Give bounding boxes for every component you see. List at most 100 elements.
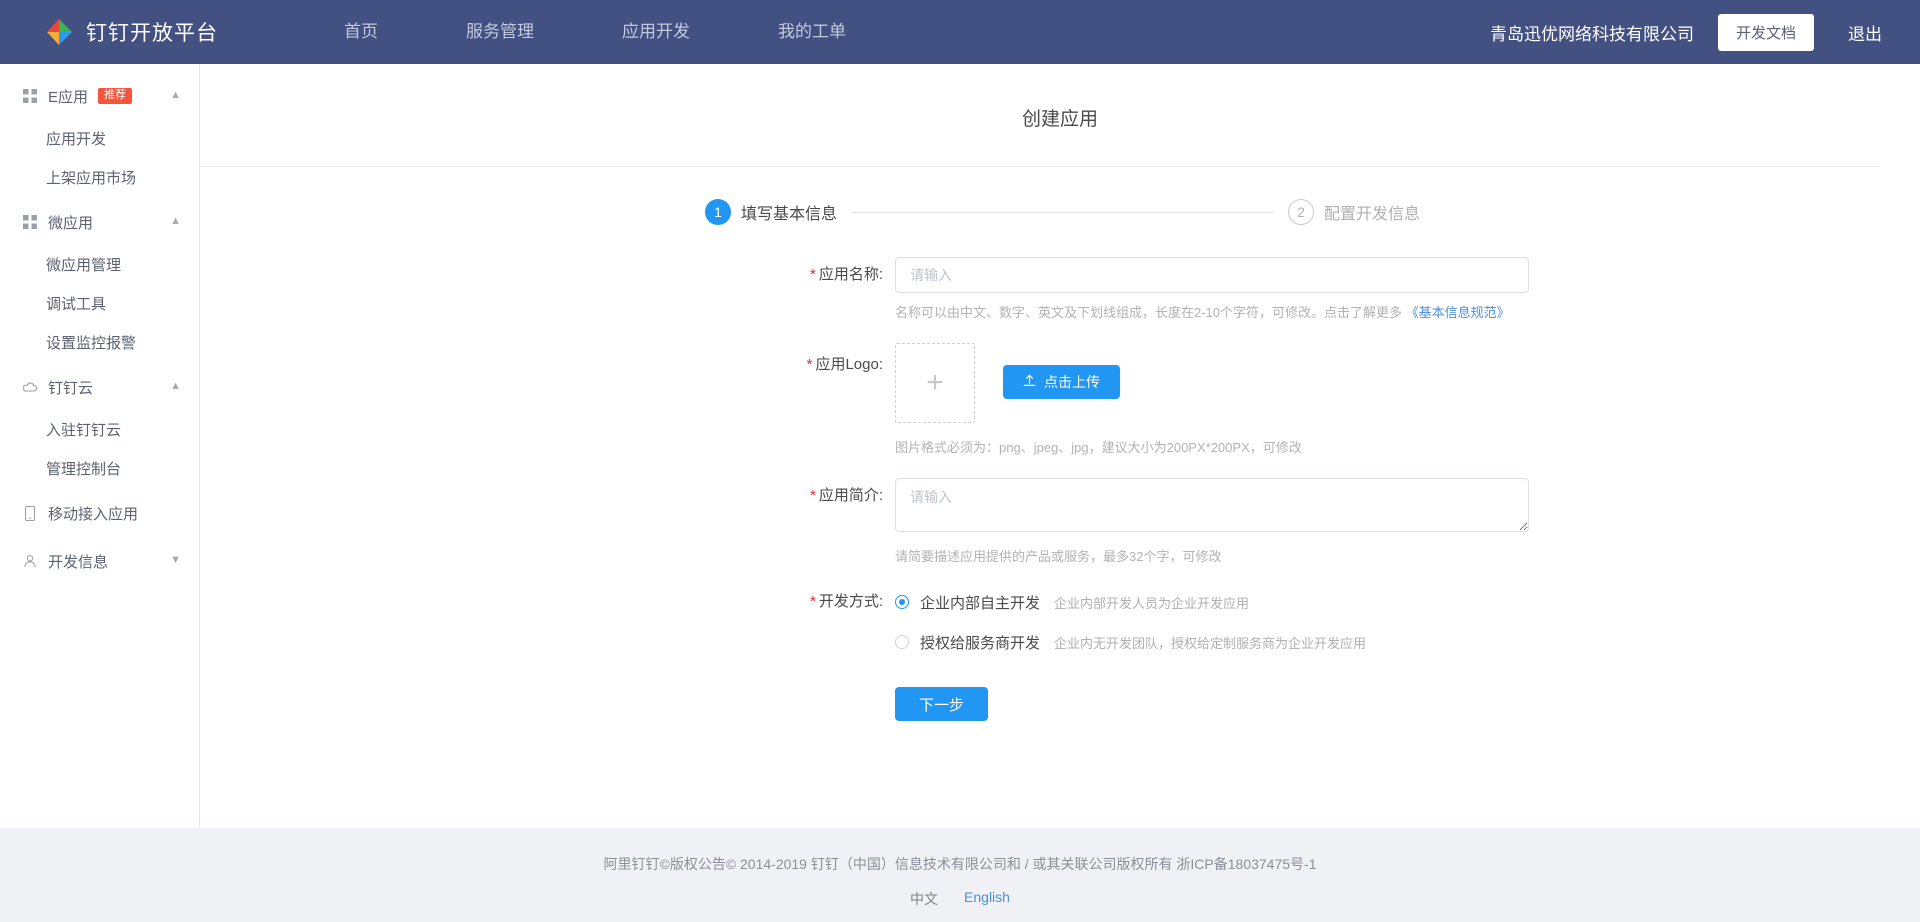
next-step-button[interactable]: 下一步 xyxy=(895,687,988,721)
sidebar-group-label: 开发信息 xyxy=(48,551,108,572)
page-title: 创建应用 xyxy=(200,64,1920,131)
language-switcher: 中文 English xyxy=(0,889,1920,909)
dev-mode-field-wrap: 企业内部自主开发 企业内部开发人员为企业开发应用 授权给服务商开发 企业内无开发… xyxy=(895,589,1920,655)
step-2-dev-config[interactable]: 2 配置开发信息 xyxy=(1288,199,1420,225)
form-row-app-logo: *应用Logo: + xyxy=(200,343,1920,456)
dev-mode-label-text: 开发方式: xyxy=(819,593,883,610)
app-name-input[interactable] xyxy=(895,257,1529,293)
brand-title: 钉钉开放平台 xyxy=(86,17,218,47)
sidebar-group-label: E应用 xyxy=(48,86,88,107)
app-logo-field-wrap: + 点击上传 图片格式必须为：png、jpeg、 xyxy=(895,343,1920,456)
expand-caret-down-icon[interactable]: ▼ xyxy=(170,555,181,566)
body-wrapper: E应用 推荐 ▲ 应用开发 上架应用市场 微应用 ▲ 微应用管理 调试工具 设置… xyxy=(0,64,1920,828)
sidebar-item-micro-app-management[interactable]: 微应用管理 xyxy=(0,246,199,285)
step-1-basic-info[interactable]: 1 填写基本信息 xyxy=(705,199,837,225)
grid-icon xyxy=(22,214,38,230)
cloud-icon xyxy=(22,379,38,395)
form-row-app-desc: *应用简介: 请简要描述应用提供的产品或服务，最多32个字，可修改 xyxy=(200,478,1920,565)
sidebar-group-dingtalk-cloud[interactable]: 钉钉云 ▲ xyxy=(0,363,199,411)
sidebar-group-label: 钉钉云 xyxy=(48,377,93,398)
form-row-submit: 下一步 xyxy=(200,687,1920,721)
step-indicator: 1 填写基本信息 2 配置开发信息 xyxy=(200,199,1420,225)
radio-internal-dev-desc: 企业内部开发人员为企业开发应用 xyxy=(1054,593,1249,612)
app-logo-hint: 图片格式必须为：png、jpeg、jpg，建议大小为200PX*200PX，可修… xyxy=(895,437,1920,456)
dev-mode-label: *开发方式: xyxy=(705,589,895,655)
sidebar-item-monitor-alarm[interactable]: 设置监控报警 xyxy=(0,324,199,363)
app-desc-label-text: 应用简介: xyxy=(819,487,883,504)
sidebar-group-dev-info[interactable]: 开发信息 ▼ xyxy=(0,537,199,585)
app-name-hint: 名称可以由中文、数字、英文及下划线组成，长度在2-10个字符，可修改。点击了解更… xyxy=(895,302,1920,321)
sidebar: E应用 推荐 ▲ 应用开发 上架应用市场 微应用 ▲ 微应用管理 调试工具 设置… xyxy=(0,64,200,828)
app-name-field-wrap: 名称可以由中文、数字、英文及下划线组成，长度在2-10个字符，可修改。点击了解更… xyxy=(895,257,1920,321)
step-1-label: 填写基本信息 xyxy=(741,200,837,224)
required-star: * xyxy=(810,487,816,504)
logout-link[interactable]: 退出 xyxy=(1838,20,1882,45)
copyright-text: 阿里钉钉©版权公告© 2014-2019 钉钉（中国）信息技术有限公司和 / 或… xyxy=(0,854,1920,874)
app-desc-hint: 请简要描述应用提供的产品或服务，最多32个字，可修改 xyxy=(895,546,1920,565)
sidebar-group-micro-app[interactable]: 微应用 ▲ xyxy=(0,198,199,246)
required-star: * xyxy=(810,266,816,283)
title-divider xyxy=(200,166,1880,167)
sidebar-group-label: 微应用 xyxy=(48,212,93,233)
app-name-label-text: 应用名称: xyxy=(819,266,883,283)
app-logo-label: *应用Logo: xyxy=(705,343,895,456)
submit-spacer xyxy=(705,687,895,721)
main-content: 创建应用 1 填写基本信息 2 配置开发信息 *应用名称: xyxy=(200,64,1920,828)
sidebar-item-join-cloud[interactable]: 入驻钉钉云 xyxy=(0,411,199,450)
radio-internal-dev-dot[interactable] xyxy=(895,595,909,609)
app-desc-label: *应用简介: xyxy=(705,478,895,565)
top-header: 钉钉开放平台 首页 服务管理 应用开发 我的工单 青岛迅优网络科技有限公司 开发… xyxy=(0,0,1920,64)
radio-option-isv-dev[interactable]: 授权给服务商开发 企业内无开发团队，授权给定制服务商为企业开发应用 xyxy=(895,629,1920,655)
upload-logo-button-label: 点击上传 xyxy=(1044,372,1100,392)
sidebar-group-e-app[interactable]: E应用 推荐 ▲ xyxy=(0,72,199,120)
sidebar-item-mobile-access-app[interactable]: 移动接入应用 xyxy=(0,489,199,537)
app-name-label: *应用名称: xyxy=(705,257,895,321)
dingtalk-pinwheel-icon xyxy=(44,17,74,47)
dev-docs-button[interactable]: 开发文档 xyxy=(1718,14,1814,51)
radio-option-internal-dev[interactable]: 企业内部自主开发 企业内部开发人员为企业开发应用 xyxy=(895,589,1920,615)
sidebar-item-admin-console[interactable]: 管理控制台 xyxy=(0,450,199,489)
app-name-hint-text: 名称可以由中文、数字、英文及下划线组成，长度在2-10个字符，可修改。点击了解更… xyxy=(895,305,1406,320)
lang-english-link[interactable]: English xyxy=(964,889,1010,909)
form-row-app-name: *应用名称: 名称可以由中文、数字、英文及下划线组成，长度在2-10个字符，可修… xyxy=(200,257,1920,321)
user-icon xyxy=(22,553,38,569)
step-connector-line xyxy=(851,212,1274,213)
company-name: 青岛迅优网络科技有限公司 xyxy=(1490,20,1694,45)
brand-logo[interactable]: 钉钉开放平台 xyxy=(44,17,218,47)
recommend-badge: 推荐 xyxy=(98,88,132,104)
sidebar-item-app-development[interactable]: 应用开发 xyxy=(0,120,199,159)
header-right-area: 青岛迅优网络科技有限公司 开发文档 退出 xyxy=(1490,0,1882,64)
upload-logo-button[interactable]: 点击上传 xyxy=(1003,365,1120,399)
radio-isv-dev-dot[interactable] xyxy=(895,635,909,649)
required-star: * xyxy=(810,593,816,610)
form-row-dev-mode: *开发方式: 企业内部自主开发 企业内部开发人员为企业开发应用 授权给服务商开发… xyxy=(200,589,1920,655)
radio-internal-dev-label[interactable]: 企业内部自主开发 xyxy=(920,592,1040,613)
lang-chinese-link[interactable]: 中文 xyxy=(910,889,938,909)
app-desc-textarea[interactable] xyxy=(895,478,1529,532)
app-logo-label-text: 应用Logo: xyxy=(815,356,883,373)
grid-icon xyxy=(22,88,38,104)
app-desc-field-wrap: 请简要描述应用提供的产品或服务，最多32个字，可修改 xyxy=(895,478,1920,565)
step-1-number: 1 xyxy=(705,199,731,225)
main-nav: 首页 服务管理 应用开发 我的工单 xyxy=(300,0,890,64)
sidebar-item-publish-marketplace[interactable]: 上架应用市场 xyxy=(0,159,199,198)
nav-item-app-development[interactable]: 应用开发 xyxy=(578,0,734,64)
required-star: * xyxy=(807,356,813,373)
nav-item-my-tickets[interactable]: 我的工单 xyxy=(734,0,890,64)
collapse-caret-up-icon[interactable]: ▲ xyxy=(170,381,181,392)
basic-info-spec-link[interactable]: 《基本信息规范》 xyxy=(1406,305,1510,320)
collapse-caret-up-icon[interactable]: ▲ xyxy=(170,216,181,227)
radio-isv-dev-desc: 企业内无开发团队，授权给定制服务商为企业开发应用 xyxy=(1054,633,1366,652)
collapse-caret-up-icon[interactable]: ▲ xyxy=(170,90,181,101)
nav-item-home[interactable]: 首页 xyxy=(300,0,422,64)
logo-drop-zone[interactable]: + xyxy=(895,343,975,423)
radio-isv-dev-label[interactable]: 授权给服务商开发 xyxy=(920,632,1040,653)
step-2-number: 2 xyxy=(1288,199,1314,225)
mobile-icon xyxy=(22,505,38,521)
nav-item-service-management[interactable]: 服务管理 xyxy=(422,0,578,64)
sidebar-group-label: 移动接入应用 xyxy=(48,503,138,524)
logo-upload-block: + 点击上传 xyxy=(895,343,1920,423)
create-app-form: *应用名称: 名称可以由中文、数字、英文及下划线组成，长度在2-10个字符，可修… xyxy=(200,257,1920,721)
plus-icon: + xyxy=(926,368,944,398)
sidebar-item-debug-tools[interactable]: 调试工具 xyxy=(0,285,199,324)
